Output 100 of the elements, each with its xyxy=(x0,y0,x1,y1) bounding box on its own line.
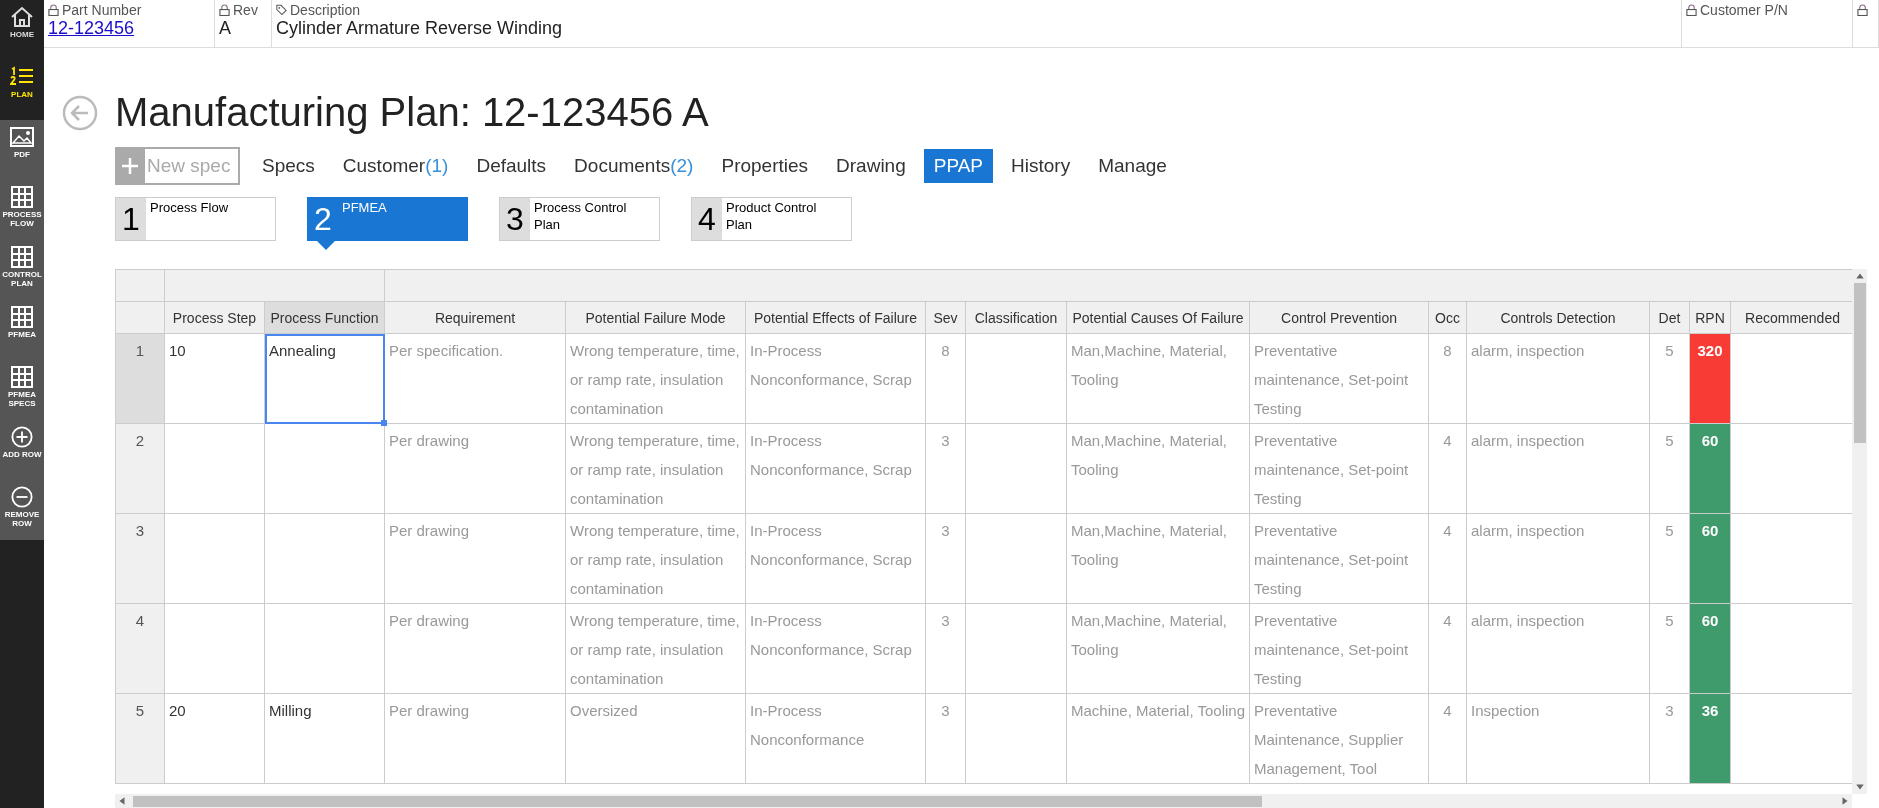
column-header: Process Function xyxy=(264,301,385,334)
field-value: Cylinder Armature Reverse Winding xyxy=(276,18,563,38)
table-cell: 8 xyxy=(1428,333,1467,424)
table-cell: Man,Machine, Material, Tooling xyxy=(1066,513,1250,604)
table-cell: Wrong temperature, time, or ramp rate, insulation contamination xyxy=(565,423,746,514)
table-cell: alarm, inspection xyxy=(1466,513,1650,604)
row-number: 5 xyxy=(115,693,165,784)
new-spec-field[interactable]: New spec xyxy=(145,147,240,185)
table-cell: Milling xyxy=(264,693,385,784)
tab[interactable]: Properties xyxy=(711,149,819,183)
rpn-cell: 320 xyxy=(1689,333,1731,424)
table-cell: 3 xyxy=(925,603,966,694)
table-cell: Per specification. xyxy=(384,333,566,424)
sidebar-item[interactable]: PFMEA SPECS xyxy=(0,360,44,420)
lock-icon xyxy=(219,4,230,16)
table-cell: In-Process Nonconformance, Scrap xyxy=(745,603,926,694)
minus-circle-icon xyxy=(10,486,34,508)
table-cell: alarm, inspection xyxy=(1466,333,1650,424)
table-cell: 4 xyxy=(1428,603,1467,694)
table-cell: Preventative maintenance, Set-point Testing xyxy=(1249,513,1429,604)
field-value: A xyxy=(219,18,231,38)
column-header: Potential Effects of Failure xyxy=(745,301,926,334)
sidebar-item[interactable]: CONTROL PLAN xyxy=(0,240,44,300)
vertical-scrollbar[interactable] xyxy=(1852,269,1867,794)
caret-up-icon[interactable] xyxy=(1854,271,1865,281)
caret-right-icon[interactable] xyxy=(1840,796,1850,806)
table-cell: 5 xyxy=(1649,603,1690,694)
lock-icon xyxy=(1686,4,1697,16)
table-cell: 4 xyxy=(1428,693,1467,784)
tab[interactable]: Manage xyxy=(1088,149,1177,183)
table-cell: Preventative Maintenance, Supplier Management, Tool xyxy=(1249,693,1429,784)
table-cell: Per drawing xyxy=(384,423,566,514)
tab[interactable]: Specs xyxy=(252,149,325,183)
image-icon xyxy=(10,126,34,148)
sidebar-item[interactable]: REMOVE ROW xyxy=(0,480,44,540)
tab[interactable]: Defaults xyxy=(466,149,557,183)
horizontal-scrollbar[interactable] xyxy=(115,794,1852,808)
table-cell: 3 xyxy=(925,423,966,514)
caret-left-icon[interactable] xyxy=(117,796,127,806)
scroll-thumb[interactable] xyxy=(1853,283,1866,443)
field-label: Part Number xyxy=(62,2,142,18)
column-header: Controls Detection xyxy=(1466,301,1650,334)
table-cell: 8 xyxy=(925,333,966,424)
table-cell: alarm, inspection xyxy=(1466,603,1650,694)
tab[interactable]: Customer(1) xyxy=(332,149,459,183)
home-icon xyxy=(10,6,34,28)
rpn-cell: 60 xyxy=(1689,513,1731,604)
grid-icon xyxy=(10,366,34,388)
rpn-cell: 60 xyxy=(1689,423,1731,514)
column-header: Recommended xyxy=(1730,301,1852,334)
table-cell: In-Process Nonconformance, Scrap xyxy=(745,513,926,604)
table-cell: Wrong temperature, time, or ramp rate, insulation contamination xyxy=(565,513,746,604)
table-cell: Machine, Material, Tooling xyxy=(1066,693,1250,784)
field-label: Customer P/N xyxy=(1700,2,1788,18)
column-header: Potential Causes Of Failure xyxy=(1066,301,1250,334)
table-cell: 3 xyxy=(1649,693,1690,784)
table-cell: Preventative maintenance, Set-point Testing xyxy=(1249,423,1429,514)
caret-down-icon[interactable] xyxy=(1854,782,1865,792)
table-cell: 4 xyxy=(1428,423,1467,514)
table-cell: In-Process Nonconformance xyxy=(745,693,926,784)
table-cell: Wrong temperature, time, or ramp rate, insulation contamination xyxy=(565,333,746,424)
table-cell: Per drawing xyxy=(384,603,566,694)
page-title: Manufacturing Plan: 12-123456 A xyxy=(115,90,709,135)
row-number: 1 xyxy=(115,333,165,424)
table-cell: Per drawing xyxy=(384,693,566,784)
sidebar-item[interactable]: PROCESS FLOW xyxy=(0,180,44,240)
scroll-thumb[interactable] xyxy=(133,795,1263,807)
table-cell: 3 xyxy=(925,513,966,604)
tag-icon xyxy=(276,4,287,16)
table-cell: Man,Machine, Material, Tooling xyxy=(1066,333,1250,424)
step-tab[interactable]: 1 Process Flow xyxy=(115,197,276,241)
table-cell: Inspection xyxy=(1466,693,1650,784)
lock-icon xyxy=(1857,4,1868,16)
table-cell: Oversized xyxy=(565,693,746,784)
table-cell: 20 xyxy=(164,693,265,784)
tab[interactable]: Drawing xyxy=(826,149,916,183)
row-number: 2 xyxy=(115,423,165,514)
sidebar-item[interactable]: PFMEA xyxy=(0,300,44,360)
table-cell: 5 xyxy=(1649,513,1690,604)
sidebar-item[interactable]: PDF xyxy=(0,120,44,180)
column-header: Potential Failure Mode xyxy=(565,301,746,334)
field-label: Rev xyxy=(233,2,258,18)
column-header: Classification xyxy=(965,301,1067,334)
table-cell: 3 xyxy=(925,693,966,784)
table-cell: 10 xyxy=(164,333,265,424)
part-number-link[interactable]: 12-123456 xyxy=(48,18,135,38)
tab[interactable]: PPAP xyxy=(923,149,994,183)
table-cell: 4 xyxy=(1428,513,1467,604)
plus-icon[interactable] xyxy=(115,147,145,185)
sidebar-item[interactable]: ADD ROW xyxy=(0,420,44,480)
row-number: 3 xyxy=(115,513,165,604)
tab[interactable]: Documents(2) xyxy=(564,149,704,183)
row-number: 4 xyxy=(115,603,165,694)
table-cell: alarm, inspection xyxy=(1466,423,1650,514)
table-cell: Man,Machine, Material, Tooling xyxy=(1066,603,1250,694)
table-cell: 5 xyxy=(1649,333,1690,424)
tab[interactable]: History xyxy=(1001,149,1081,183)
header-corner xyxy=(115,301,165,334)
back-icon[interactable] xyxy=(62,94,98,131)
column-header: Requirement xyxy=(384,301,566,334)
